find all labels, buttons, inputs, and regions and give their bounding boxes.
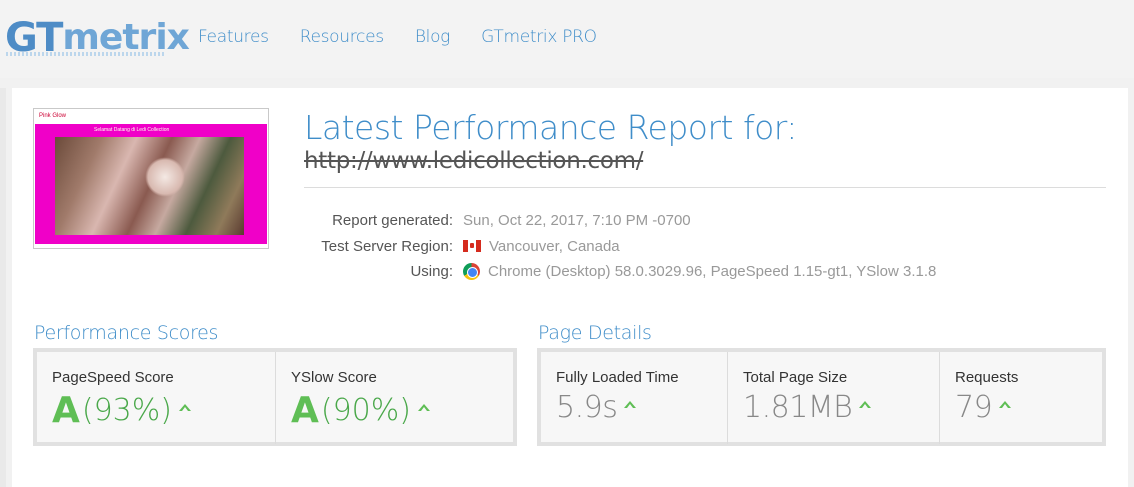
fully-loaded-time-value: 5.9s — [556, 390, 637, 425]
yslow-score-cell[interactable]: YSlow Score A (90%) — [275, 352, 513, 444]
nav-resources-link[interactable]: Resources — [300, 27, 384, 47]
trend-up-icon — [178, 404, 191, 411]
requests-number: 79 — [955, 390, 993, 425]
using-value: Chrome (Desktop) 58.0.3029.96, PageSpeed… — [488, 262, 937, 280]
nav-blog-link[interactable]: Blog — [415, 27, 451, 47]
trend-up-icon — [859, 401, 872, 408]
page-thumbnail[interactable]: Pink Glow Selamat Datang di Ledi Collect… — [33, 108, 269, 249]
trend-up-icon — [624, 401, 637, 408]
fully-loaded-time-number: 5.9s — [556, 390, 618, 425]
top-bar: GT metrix Features Resources Blog GTmetri… — [0, 0, 1134, 78]
pagespeed-grade: A — [52, 390, 80, 431]
nav-gtmetrix-pro-link[interactable]: GTmetrix PRO — [481, 27, 597, 47]
thumbnail-header: Pink Glow — [35, 110, 267, 124]
report-generated-value: Sun, Oct 22, 2017, 7:10 PM -0700 — [463, 211, 691, 229]
meta-value: Sun, Oct 22, 2017, 7:10 PM -0700 — [463, 212, 691, 229]
nav-features-link[interactable]: Features — [198, 27, 269, 47]
total-page-size-number: 1.81MB — [743, 390, 853, 425]
yslow-score-label: YSlow Score — [291, 369, 377, 386]
thumbnail-photo — [55, 137, 244, 235]
meta-using: Using: Chrome (Desktop) 58.0.3029.96, Pa… — [304, 261, 1104, 281]
chrome-icon — [463, 262, 480, 280]
main-nav: Features Resources Blog GTmetrix PRO — [198, 27, 628, 47]
meta-label: Using: — [410, 262, 453, 280]
requests-value: 79 — [955, 390, 1012, 425]
performance-scores-box: PageSpeed Score A (93%) YSlow Score A (9… — [33, 348, 517, 446]
total-page-size-label: Total Page Size — [743, 369, 848, 386]
pagespeed-percent: (93%) — [81, 393, 172, 428]
fully-loaded-time-label: Fully Loaded Time — [556, 369, 679, 386]
yslow-percent: (90%) — [320, 393, 411, 428]
trend-up-icon — [999, 401, 1012, 408]
canada-flag-icon — [463, 240, 481, 252]
total-page-size-cell[interactable]: Total Page Size 1.81MB — [727, 352, 939, 444]
meta-value: Vancouver, Canada — [463, 238, 620, 255]
left-edge-strip — [0, 88, 6, 487]
meta-label: Test Server Region: — [321, 237, 453, 255]
thumbnail-logo: Pink Glow — [39, 113, 67, 119]
yslow-score-value: A (90%) — [291, 390, 430, 431]
pagespeed-score-label: PageSpeed Score — [52, 369, 174, 386]
meta-value: Chrome (Desktop) 58.0.3029.96, PageSpeed… — [463, 262, 937, 280]
report-title: Latest Performance Report for: — [304, 108, 797, 147]
thumbnail-caption: Selamat Datang di Ledi Collection — [94, 127, 170, 133]
meta-test-server-region: Test Server Region: Vancouver, Canada — [304, 236, 1104, 256]
total-page-size-value: 1.81MB — [743, 390, 872, 425]
logo-underline — [6, 52, 164, 56]
yslow-grade: A — [291, 390, 319, 431]
page-details-box: Fully Loaded Time 5.9s Total Page Size 1… — [537, 348, 1106, 446]
pagespeed-score-value: A (93%) — [52, 390, 191, 431]
report-url[interactable]: http://www.ledicollection.com/ — [304, 148, 643, 174]
meta-report-generated: Report generated: Sun, Oct 22, 2017, 7:1… — [304, 210, 1104, 230]
requests-label: Requests — [955, 369, 1019, 386]
pagespeed-score-cell[interactable]: PageSpeed Score A (93%) — [37, 352, 275, 444]
page-details-title: Page Details — [538, 322, 652, 344]
header-divider — [304, 187, 1106, 188]
meta-label: Report generated: — [332, 211, 453, 229]
performance-scores-title: Performance Scores — [34, 322, 219, 344]
test-server-region-value: Vancouver, Canada — [489, 237, 620, 255]
fully-loaded-time-cell[interactable]: Fully Loaded Time 5.9s — [541, 352, 727, 444]
trend-up-icon — [417, 404, 430, 411]
requests-cell[interactable]: Requests 79 — [939, 352, 1102, 444]
